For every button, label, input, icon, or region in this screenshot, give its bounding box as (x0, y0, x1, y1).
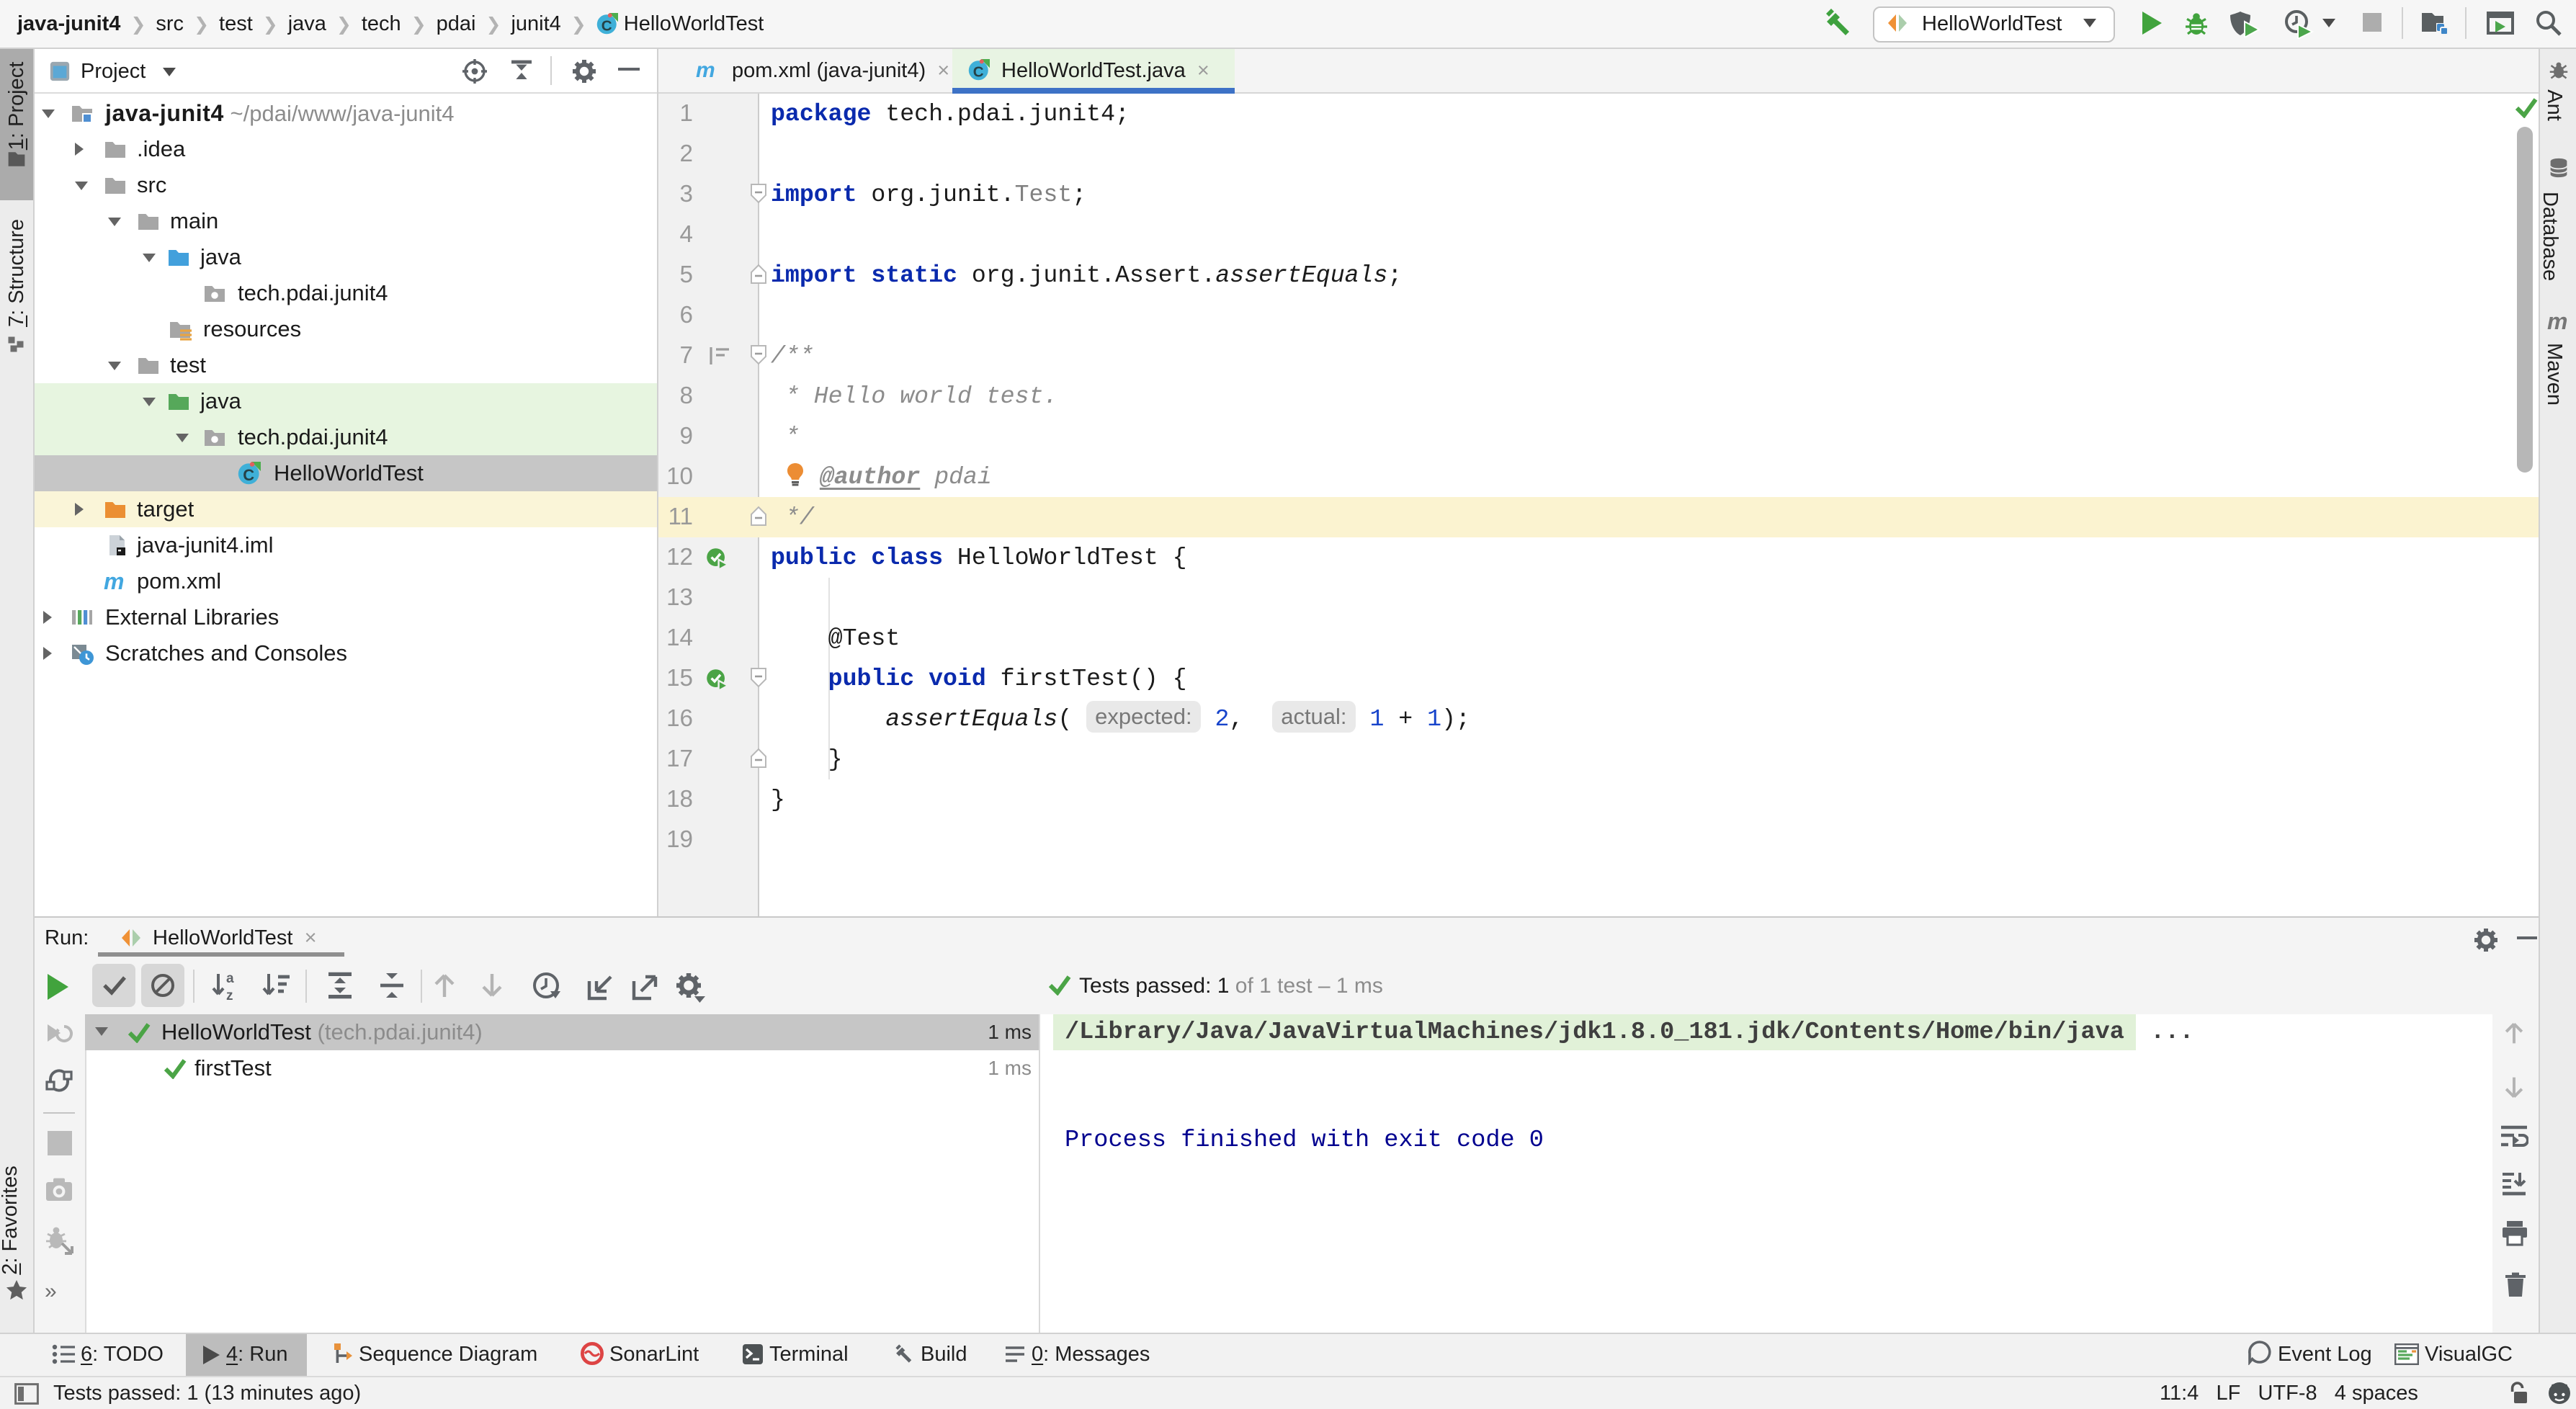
svg-text:C: C (601, 17, 612, 34)
svg-text:C: C (973, 63, 984, 80)
svg-text:z: z (226, 988, 233, 1001)
svg-text:a: a (226, 971, 234, 986)
svg-text:C: C (243, 466, 254, 484)
